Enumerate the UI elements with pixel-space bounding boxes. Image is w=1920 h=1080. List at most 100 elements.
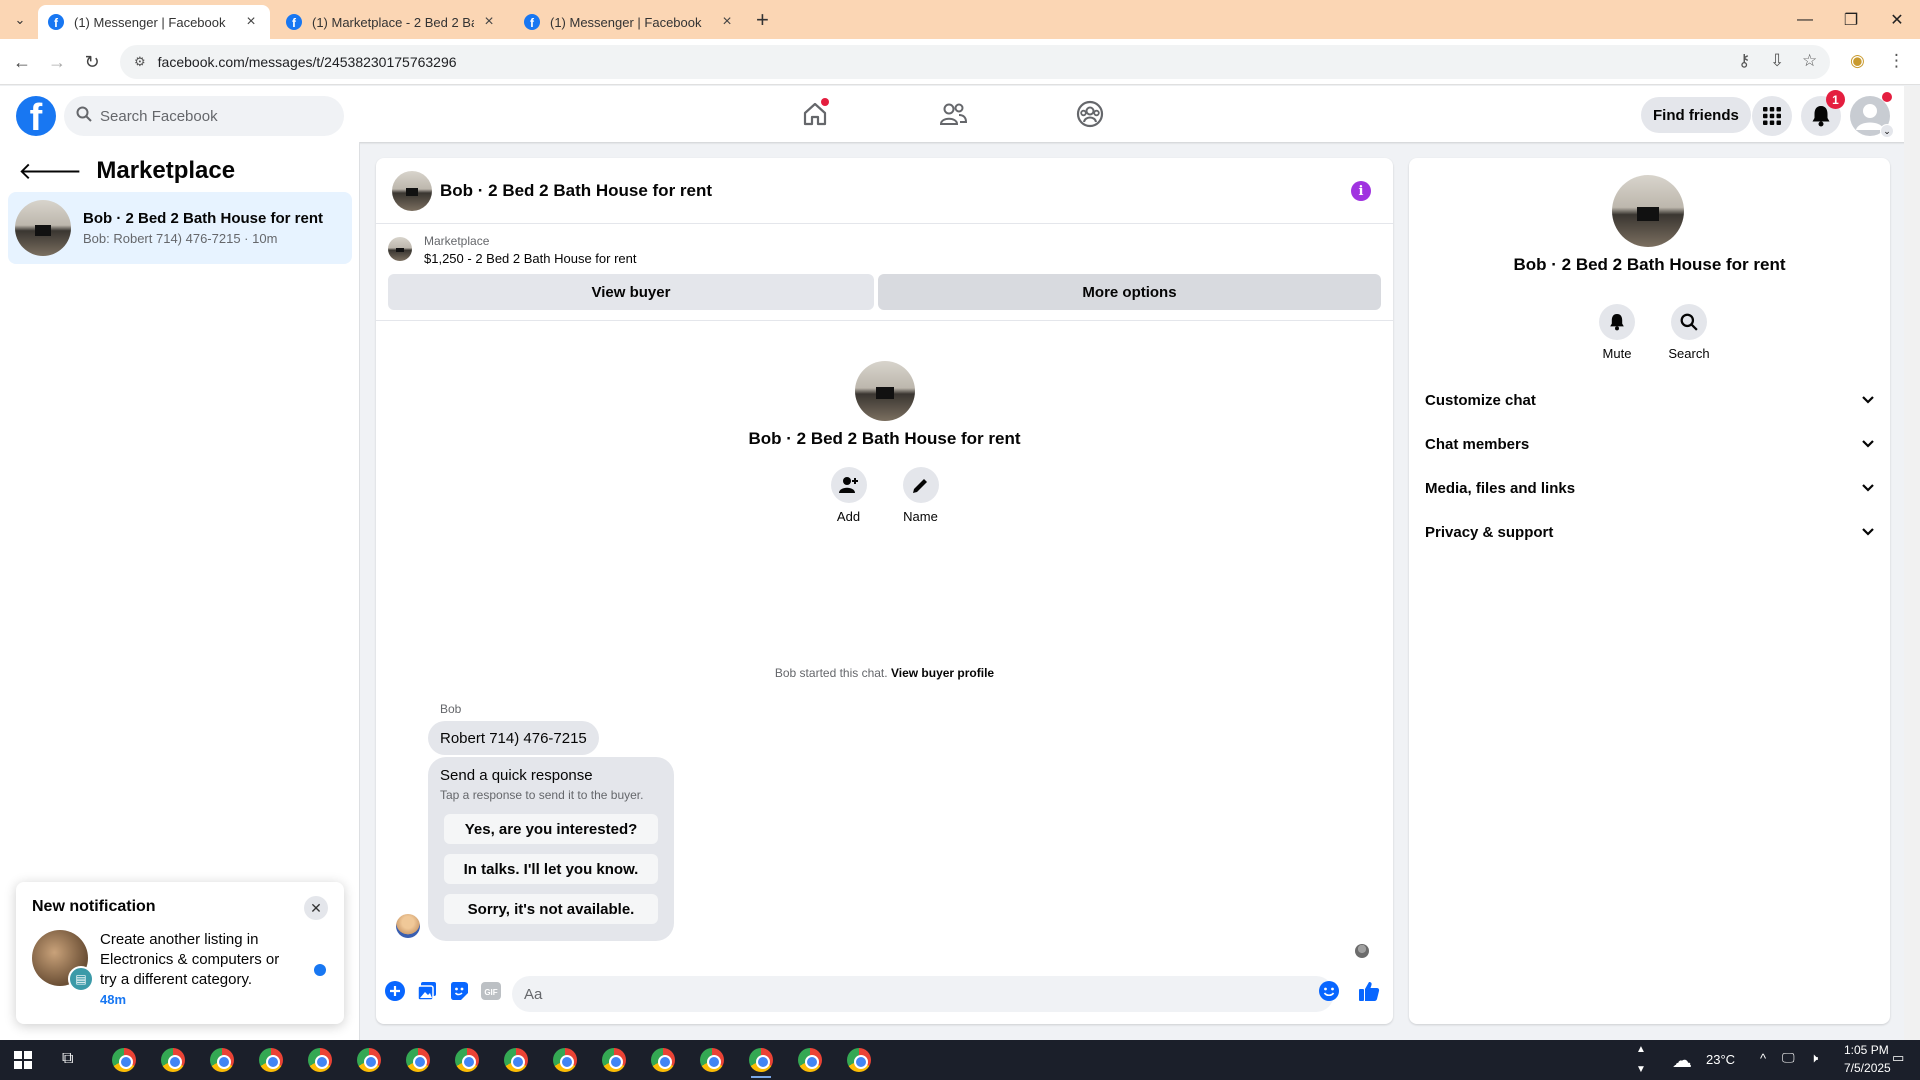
search-chat-button[interactable]: Search — [1659, 304, 1719, 361]
clock-date[interactable]: 7/5/2025 — [1844, 1061, 1891, 1075]
taskbar-scroll-up-icon[interactable]: ▲ — [1636, 1044, 1646, 1055]
chrome-taskbar-icon[interactable] — [112, 1048, 136, 1072]
conversation-item[interactable]: Bob · 2 Bed 2 Bath House for rent Bob: R… — [8, 192, 352, 264]
browser-tab-1[interactable]: f (1) Messenger | Facebook × — [38, 5, 270, 39]
photo-icon[interactable] — [416, 980, 438, 1002]
network-icon[interactable]: 🖵 — [1782, 1050, 1795, 1066]
customize-chat-row[interactable]: Customize chat — [1425, 382, 1875, 418]
grid-icon — [1763, 107, 1781, 125]
thumbs-up-icon[interactable] — [1358, 980, 1380, 1002]
install-app-icon[interactable]: ⇩ — [1770, 51, 1784, 71]
view-buyer-button[interactable]: View buyer — [388, 274, 874, 310]
quick-response-option[interactable]: Yes, are you interested? — [444, 814, 658, 844]
chevron-down-icon: ⌄ — [1880, 124, 1894, 138]
chrome-taskbar-icon[interactable] — [161, 1048, 185, 1072]
task-view-icon[interactable]: ⧉ — [62, 1050, 73, 1068]
reload-icon[interactable]: ↻ — [80, 50, 104, 74]
chat-started-notice: Bob started this chat. View buyer profil… — [376, 666, 1393, 680]
section-label: Chat members — [1425, 435, 1530, 453]
browser-tab-3[interactable]: f (1) Messenger | Facebook × — [514, 5, 746, 39]
chrome-taskbar-icon[interactable] — [504, 1048, 528, 1072]
tab-close-icon[interactable]: × — [242, 13, 260, 31]
chevron-down-icon — [1861, 524, 1875, 541]
weather-cloud-icon[interactable]: ☁ — [1672, 1048, 1692, 1073]
chrome-taskbar-icon[interactable] — [700, 1048, 724, 1072]
menu-grid-button[interactable] — [1752, 96, 1792, 136]
profile-icon[interactable]: ◉ — [1850, 51, 1865, 71]
tab-search-chevron-icon[interactable]: ⌄ — [8, 8, 32, 32]
browser-menu-icon[interactable]: ⋮ — [1888, 51, 1905, 71]
find-friends-button[interactable]: Find friends — [1641, 97, 1751, 133]
weather-temperature[interactable]: 23°C — [1706, 1052, 1735, 1067]
chrome-taskbar-icon[interactable] — [308, 1048, 332, 1072]
sticker-icon[interactable] — [448, 980, 470, 1002]
notifications-button[interactable]: 1 — [1801, 90, 1845, 136]
address-bar[interactable]: ⚙ facebook.com/messages/t/24538230175763… — [120, 45, 1830, 79]
sender-avatar — [396, 914, 420, 938]
banner-listing[interactable]: $1,250 - 2 Bed 2 Bath House for rent — [424, 251, 636, 266]
notification-toast[interactable]: New notification ✕ ▤ Create another list… — [16, 882, 344, 1024]
windows-start-icon[interactable] — [14, 1051, 32, 1069]
message-input-wrap[interactable] — [512, 976, 1334, 1012]
minimize-button[interactable]: — — [1782, 0, 1828, 39]
taskbar-scroll-down-icon[interactable]: ▼ — [1636, 1064, 1646, 1075]
home-icon[interactable] — [795, 94, 835, 134]
message-input[interactable] — [524, 985, 1284, 1003]
chrome-taskbar-icon[interactable] — [602, 1048, 626, 1072]
page-scrollbar[interactable] — [1904, 86, 1920, 1040]
tab-close-icon[interactable]: × — [718, 13, 736, 31]
quick-response-option[interactable]: Sorry, it's not available. — [444, 894, 658, 924]
back-arrow-icon[interactable]: ← — [10, 50, 34, 74]
chrome-taskbar-icon[interactable] — [651, 1048, 675, 1072]
chrome-taskbar-icon[interactable] — [259, 1048, 283, 1072]
view-buyer-profile-link[interactable]: View buyer profile — [891, 666, 994, 680]
friends-icon[interactable] — [933, 94, 973, 134]
notification-center-icon[interactable]: ▭ — [1892, 1050, 1904, 1066]
show-hidden-icons-chevron-icon[interactable]: ^ — [1760, 1051, 1766, 1066]
chrome-taskbar-icon[interactable] — [357, 1048, 381, 1072]
quick-response-option[interactable]: In talks. I'll let you know. — [444, 854, 658, 884]
bookmark-star-icon[interactable]: ☆ — [1802, 51, 1817, 71]
chrome-taskbar-icon[interactable] — [798, 1048, 822, 1072]
site-info-icon[interactable]: ⚙ — [134, 54, 146, 70]
edit-name-button[interactable]: Name — [902, 467, 939, 524]
close-window-button[interactable]: ✕ — [1874, 0, 1920, 39]
back-arrow-icon[interactable]: 🡐 — [18, 156, 82, 186]
volume-icon[interactable]: 🕨 — [1810, 1050, 1818, 1066]
chat-members-row[interactable]: Chat members — [1425, 426, 1875, 462]
groups-icon[interactable] — [1070, 94, 1110, 134]
chat-avatar[interactable] — [392, 170, 432, 211]
account-avatar-button[interactable]: ⌄ — [1850, 92, 1894, 138]
tab-close-icon[interactable]: × — [480, 13, 498, 31]
password-key-icon[interactable]: ⚷ — [1738, 51, 1750, 71]
chrome-taskbar-icon[interactable] — [210, 1048, 234, 1072]
browser-tab-2[interactable]: f (1) Marketplace - 2 Bed 2 Bath H × — [276, 5, 508, 39]
plus-circle-icon[interactable] — [384, 980, 406, 1002]
chat-title[interactable]: Bob · 2 Bed 2 Bath House for rent — [440, 181, 712, 201]
search-input[interactable] — [100, 107, 300, 125]
chrome-taskbar-icon[interactable] — [455, 1048, 479, 1072]
chrome-taskbar-icon[interactable] — [406, 1048, 430, 1072]
facebook-search[interactable] — [64, 96, 344, 136]
close-icon[interactable]: ✕ — [304, 896, 328, 920]
facebook-logo[interactable]: f — [16, 96, 56, 136]
chrome-taskbar-icon[interactable] — [847, 1048, 871, 1072]
privacy-support-row[interactable]: Privacy & support — [1425, 514, 1875, 550]
intro-name: Bob · 2 Bed 2 Bath House for rent — [748, 429, 1021, 448]
emoji-icon[interactable] — [1318, 980, 1340, 1002]
mute-button[interactable]: Mute — [1587, 304, 1647, 361]
forward-arrow-icon[interactable]: → — [45, 50, 69, 74]
chrome-taskbar-icon-active[interactable] — [749, 1048, 773, 1078]
add-people-button[interactable]: Add — [830, 467, 867, 524]
more-options-button[interactable]: More options — [878, 274, 1381, 310]
clock-time[interactable]: 1:05 PM — [1844, 1043, 1889, 1057]
chrome-taskbar-icon[interactable] — [553, 1048, 577, 1072]
message-bubble[interactable]: Robert 714) 476-7215 — [428, 721, 599, 755]
details-avatar — [1612, 175, 1684, 247]
info-icon[interactable]: i — [1351, 181, 1371, 201]
new-tab-button[interactable]: + — [756, 7, 769, 33]
search-label: Search — [1668, 346, 1710, 361]
gif-icon[interactable]: GIF — [480, 980, 502, 1002]
media-files-links-row[interactable]: Media, files and links — [1425, 470, 1875, 506]
restore-button[interactable]: ❐ — [1828, 0, 1874, 39]
